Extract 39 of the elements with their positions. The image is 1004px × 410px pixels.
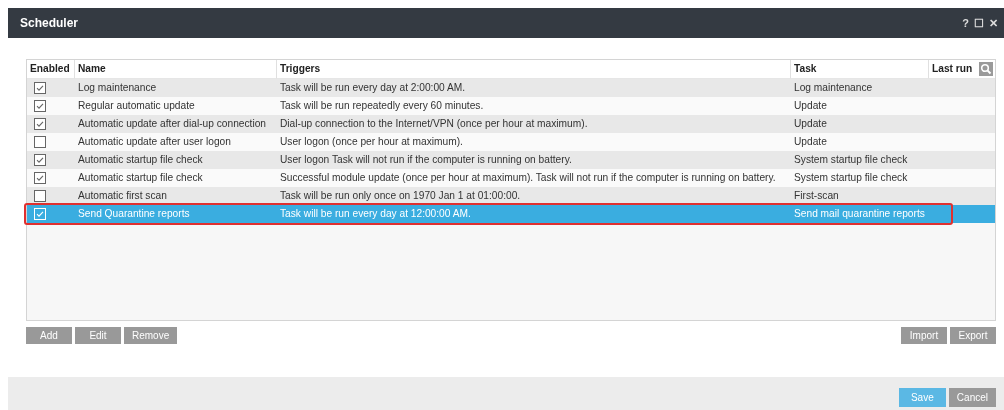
trigger-cell: Successful module update (once per hour at maximum). Task will not run if the computer is running on battery. bbox=[280, 172, 776, 183]
help-button[interactable]: ? bbox=[962, 16, 969, 30]
task-cell: Send mail quarantine reports bbox=[794, 208, 925, 219]
task-header[interactable]: Task bbox=[794, 60, 817, 78]
trigger-cell: Dial-up connection to the Internet/VPN (once per hour at maximum). bbox=[280, 118, 588, 129]
search-icon[interactable] bbox=[979, 62, 993, 76]
checked-checkbox[interactable] bbox=[34, 118, 46, 130]
trigger-cell: User logon Task will not run if the computer is running on battery. bbox=[280, 154, 572, 165]
task-cell: System startup file check bbox=[794, 172, 908, 183]
task-cell: System startup file check bbox=[794, 154, 908, 165]
checked-checkbox[interactable] bbox=[34, 154, 46, 166]
trigger-cell: Task will be run every day at 2:00:00 AM. bbox=[280, 82, 466, 93]
trigger-cell: Task will be run every day at 12:00:00 AM. bbox=[280, 208, 471, 219]
empty-checkbox[interactable] bbox=[34, 190, 46, 202]
task-cell: First-scan bbox=[794, 190, 839, 201]
checked-checkbox[interactable] bbox=[34, 100, 46, 112]
name-header[interactable]: Name bbox=[78, 60, 106, 78]
maximize-button[interactable]: ☐ bbox=[974, 16, 984, 30]
task-name-cell: Send Quarantine reports bbox=[78, 208, 190, 219]
trigger-cell: Task will be run repeatedly every 60 minutes. bbox=[280, 100, 484, 111]
task-name-cell: Automatic update after user logon bbox=[78, 136, 231, 147]
window-title: Scheduler bbox=[20, 16, 79, 30]
empty-checkbox[interactable] bbox=[34, 136, 46, 148]
close-button[interactable]: ✕ bbox=[989, 16, 998, 30]
task-name-cell: Automatic first scan bbox=[78, 190, 167, 201]
triggers-header[interactable]: Triggers bbox=[280, 60, 321, 78]
task-name-cell: Automatic startup file check bbox=[78, 154, 203, 165]
task-cell: Log maintenance bbox=[794, 82, 873, 93]
task-name-cell: Regular automatic update bbox=[78, 100, 195, 111]
task-name-cell: Log maintenance bbox=[78, 82, 157, 93]
checked-checkbox[interactable] bbox=[34, 82, 46, 94]
task-name-cell: Automatic startup file check bbox=[78, 172, 203, 183]
checked-checkbox[interactable] bbox=[34, 172, 46, 184]
task-cell: Update bbox=[794, 118, 827, 129]
task-cell: Update bbox=[794, 136, 827, 147]
trigger-cell: Task will be run only once on 1970 Jan 1 at 01:00:00. bbox=[280, 190, 521, 201]
task-name-cell: Automatic update after dial-up connection bbox=[78, 118, 267, 129]
trigger-cell: User logon (once per hour at maximum). bbox=[280, 136, 463, 147]
task-cell: Update bbox=[794, 100, 827, 111]
